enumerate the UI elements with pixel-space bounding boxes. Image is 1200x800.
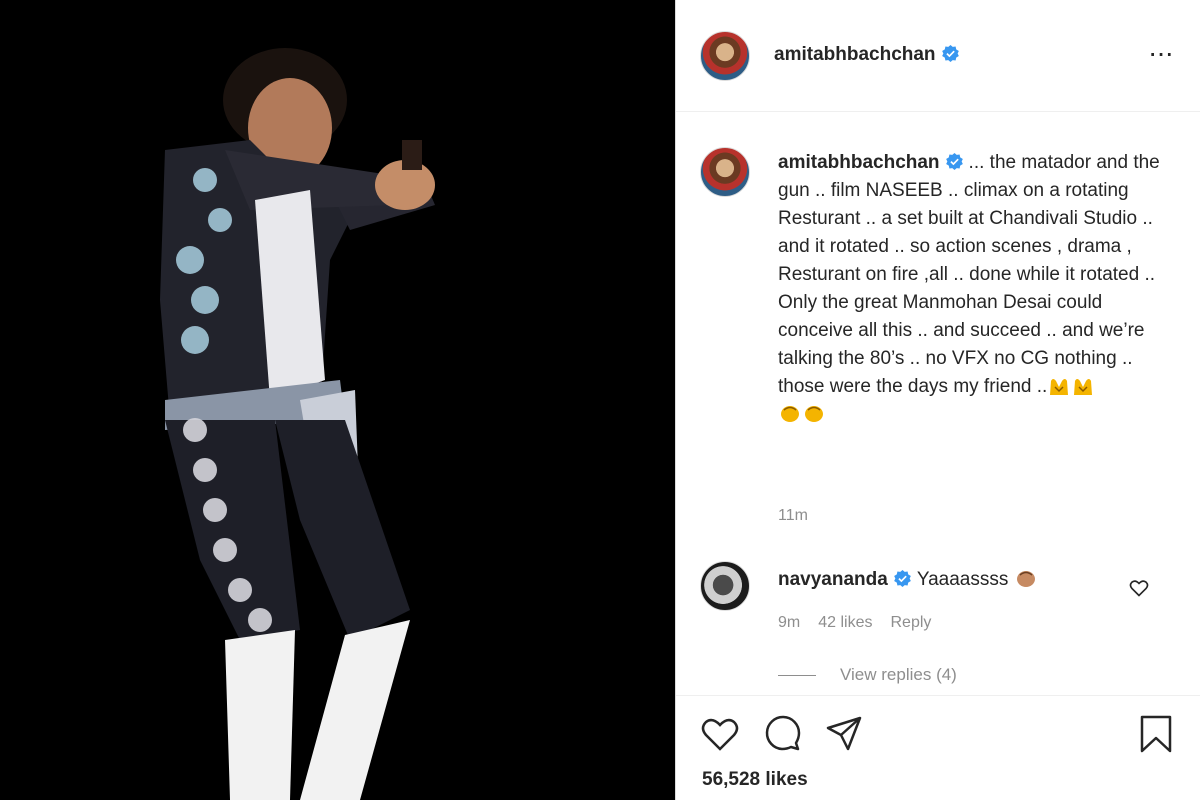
caption-text: ... the matador and the gun .. film NASE… (778, 152, 1160, 397)
clapping-hand-emoji (1016, 571, 1035, 587)
caption-username[interactable]: amitabhbachchan (778, 152, 940, 173)
verified-badge-icon (941, 45, 959, 62)
verified-badge-icon (945, 153, 963, 170)
comment-meta: 9m 42 likes Reply (778, 614, 949, 632)
commenter-avatar[interactable] (700, 561, 750, 611)
more-horizontal-icon[interactable]: ··· (1148, 39, 1174, 67)
clapping-hands-emoji (805, 406, 823, 422)
like-comment-heart-icon[interactable] (1129, 578, 1149, 598)
author-info: amitabhbachchan (774, 44, 959, 66)
comments-section: amitabhbachchan... the matador and the g… (676, 113, 1200, 695)
comment-likes[interactable]: 42 likes (818, 614, 872, 631)
author-avatar[interactable] (700, 31, 750, 81)
raising-hands-emoji (1050, 379, 1069, 395)
post-details-panel: amitabhbachchan ··· amitabhbachchan... t… (675, 0, 1200, 800)
verified-badge-icon (893, 570, 911, 587)
view-replies-label: View replies (4) (840, 665, 957, 684)
raising-hands-emoji (1074, 379, 1093, 395)
caption-time[interactable]: 11m (778, 507, 808, 525)
reply-button[interactable]: Reply (890, 614, 931, 631)
post-actions: 56,528 likes (676, 695, 1200, 800)
comment-username[interactable]: navyananda (778, 569, 888, 590)
post-image[interactable] (0, 0, 675, 800)
bookmark-icon[interactable] (1136, 714, 1176, 754)
comment-time[interactable]: 9m (778, 614, 800, 631)
comment: navyananda Yaaaassss (778, 566, 1118, 592)
view-replies-button[interactable]: View replies (4) (778, 665, 957, 685)
matador-photo (0, 0, 675, 800)
comment-icon[interactable] (762, 714, 802, 754)
comment-text: Yaaaassss (916, 569, 1009, 590)
heart-icon[interactable] (700, 714, 740, 754)
post-header: amitabhbachchan ··· (676, 0, 1200, 112)
clapping-hands-emoji (781, 406, 799, 422)
replies-divider (778, 675, 816, 677)
author-username[interactable]: amitabhbachchan (774, 44, 936, 65)
share-icon[interactable] (824, 714, 864, 754)
post-likes-count[interactable]: 56,528 likes (702, 769, 808, 791)
caption-avatar[interactable] (700, 147, 750, 197)
post-caption: amitabhbachchan... the matador and the g… (778, 149, 1170, 429)
